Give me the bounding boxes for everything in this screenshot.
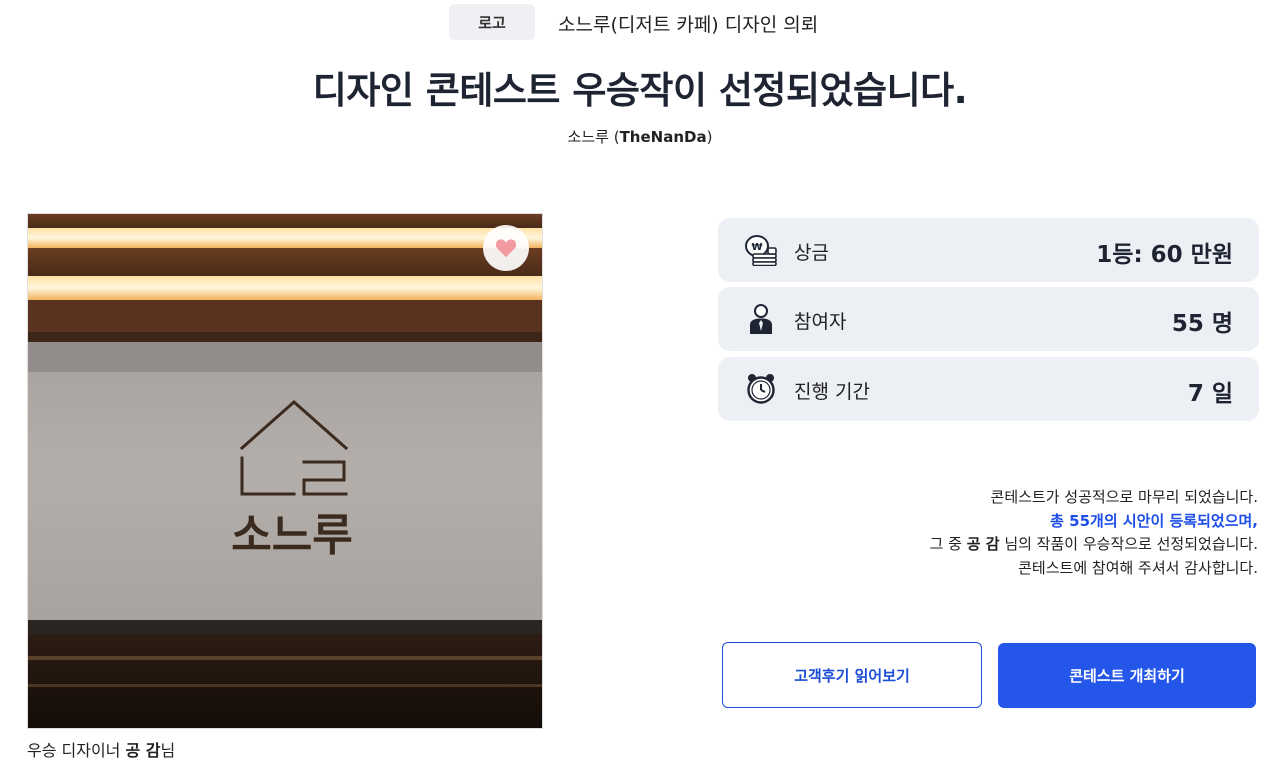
header: 로고 소느루(디저트 카페) 디자인 의뢰 — [0, 4, 1280, 40]
signage-mockup: 소느루 — [28, 214, 542, 728]
client-brand: TheNanDa — [619, 128, 707, 146]
money-icon: ₩ — [745, 235, 777, 266]
summary-designer-name: 공 감 — [966, 535, 1000, 553]
prize-label: 상금 — [794, 242, 829, 264]
duration-label: 진행 기간 — [794, 381, 870, 403]
participants-label: 참여자 — [794, 311, 847, 333]
winner-caption: 우승 디자이너 공 감님 — [27, 741, 176, 760]
person-icon — [750, 304, 772, 334]
summary-line: 콘테스트가 성공적으로 마무리 되었습니다. — [990, 488, 1258, 506]
category-badge[interactable]: 로고 — [449, 4, 535, 40]
prize-value: 1등: 60 만원 — [1096, 242, 1233, 268]
like-button[interactable] — [483, 225, 529, 271]
duration-value: 7 일 — [1187, 381, 1233, 407]
winning-design-image[interactable]: 소느루 — [27, 213, 543, 729]
client-name: 소느루 — [567, 128, 609, 146]
client-line: 소느루 (TheNanDa) — [567, 128, 713, 146]
prize-card: ₩ 상금 1등: 60 만원 — [718, 218, 1259, 282]
svg-text:₩: ₩ — [751, 242, 762, 253]
summary-highlight: 총 55개의 시안이 등록되었으며, — [1050, 511, 1258, 530]
alarm-clock-icon — [747, 374, 775, 404]
duration-card: 진행 기간 7 일 — [718, 357, 1259, 421]
read-reviews-button[interactable]: 고객후기 읽어보기 — [722, 642, 982, 708]
host-contest-button[interactable]: 콘테스트 개최하기 — [998, 643, 1256, 708]
request-title: 소느루(디저트 카페) 디자인 의뢰 — [558, 14, 819, 36]
designer-name: 공 감 — [125, 741, 161, 760]
summary-line: 그 중 공 감 님의 작품이 우승작으로 선정되었습니다. — [929, 535, 1258, 553]
logo-text: 소느루 — [231, 510, 352, 561]
heart-icon — [495, 239, 517, 258]
summary-line: 콘테스트에 참여해 주셔서 감사합니다. — [1018, 558, 1258, 577]
participants-card: 참여자 55 명 — [718, 287, 1259, 351]
page-title: 디자인 콘테스트 우승작이 선정되었습니다. — [312, 69, 968, 112]
result-summary: 콘테스트가 성공적으로 마무리 되었습니다. 총 55개의 시안이 등록되었으며… — [930, 486, 1258, 580]
participants-value: 55 명 — [1171, 311, 1233, 337]
